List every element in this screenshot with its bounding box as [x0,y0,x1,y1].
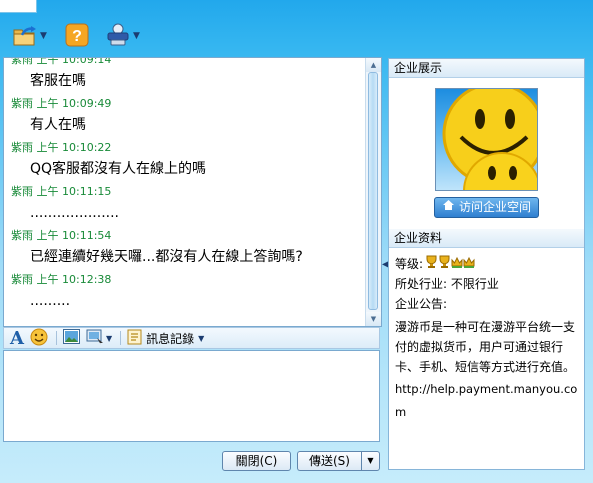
message-header: 紫雨 上午 10:09:49 [11,96,365,112]
message-text: 客服在嗎 [30,73,86,89]
history-label: 訊息記錄 [146,331,195,346]
screenshot-icon [86,329,104,348]
message-time: 10:10:22 [62,141,112,154]
image-icon [62,329,80,347]
chat-history-panel: 紫雨 上午 10:09:14 客服在嗎 紫雨 上午 10:09:49 有人在嗎 … [3,57,382,327]
message-period: 上午 [36,185,59,198]
divider [55,331,57,345]
message-header: 紫雨 上午 10:11:54 [11,228,365,244]
send-button[interactable]: 傳送(S) [297,451,361,471]
level-row: 等级: [395,255,475,273]
crown-icon [463,255,475,273]
help-icon: ? [65,23,89,50]
message-text: .................... [30,205,120,221]
message-time: 10:11:15 [62,185,112,198]
visit-enterprise-space-button[interactable]: 访问企业空间 [434,197,539,218]
sender-name: 紫雨 [11,97,33,110]
notice-url[interactable]: http://help.payment.manyou.com [395,378,579,424]
chevron-down-icon[interactable]: ▼ [106,334,112,343]
folder-share-icon [12,23,38,50]
user-info-button[interactable]: ▼ [105,22,140,50]
chat-history-list: 紫雨 上午 10:09:14 客服在嗎 紫雨 上午 10:09:49 有人在嗎 … [4,58,365,326]
smiley-icon [30,328,48,349]
message-history-button[interactable]: 訊息記錄 ▼ [127,328,204,348]
chevron-down-icon: ▼ [367,456,374,465]
format-toolbar: A ▼ 訊息記錄 ▼ [3,327,380,349]
sender-name: 紫雨 [11,141,33,154]
industry-value: 不限行业 [450,277,499,291]
scroll-up-icon[interactable]: ▲ [366,58,381,72]
message-period: 上午 [36,273,59,286]
home-icon [442,198,455,217]
sender-name: 紫雨 [11,185,33,198]
screen-capture-button[interactable]: ▼ [86,328,112,348]
font-icon: A [10,327,24,349]
send-label: 傳送(S) [309,454,350,468]
send-options-button[interactable]: ▼ [361,451,380,471]
scroll-thumb[interactable] [368,72,378,310]
message-text: 已經連續好幾天囉...都沒有人在線上答詢嗎? [30,249,303,265]
message-header: 紫雨 上午 10:10:22 [11,140,365,156]
level-label: 等级: [395,257,424,271]
message-text: 有人在嗎 [30,117,86,133]
message-time: 10:09:14 [62,58,112,66]
crown-icon [451,255,463,273]
chevron-down-icon[interactable]: ▼ [133,31,140,41]
info-section-header: 企业资料 [389,229,584,248]
send-image-button[interactable] [62,328,80,348]
close-button[interactable]: 關閉(C) [222,451,291,471]
list-item: 紫雨 上午 10:11:54 已經連續好幾天囉...都沒有人在線上答詢嗎? [4,228,365,272]
user-badge-icon [105,23,131,50]
chat-scrollbar[interactable]: ▲ ▼ [365,58,381,326]
industry-row: 所处行业: 不限行业 [395,275,499,293]
message-text: ......... [30,293,71,309]
window-title-box [0,0,37,13]
trophy-icon [438,255,451,273]
message-text: QQ客服都沒有人在線上的嗎 [30,161,207,177]
list-item: 紫雨 上午 10:09:49 有人在嗎 [4,96,365,140]
enterprise-panel: 企业展示 访问企业空间 企业资料 等级: 所处行业: 不限行业 企业公告: 漫游… [388,58,585,470]
industry-label: 所处行业: [395,277,448,291]
close-label: 關閉(C) [235,454,278,468]
message-header: 紫雨 上午 10:12:38 [11,272,365,288]
chevron-down-icon[interactable]: ▼ [198,334,204,343]
trophy-icon [425,255,438,273]
smiley-faces-illustration [442,89,537,190]
message-input[interactable] [3,350,380,442]
emoticon-button[interactable] [30,328,48,348]
help-glyph: ? [72,28,82,45]
list-item: 紫雨 上午 10:11:15 .................... [4,184,365,228]
showcase-section-header: 企业展示 [389,59,584,78]
message-period: 上午 [36,229,59,242]
history-icon [127,329,143,348]
sender-name: 紫雨 [11,273,33,286]
chevron-down-icon[interactable]: ▼ [40,31,47,41]
list-item: 紫雨 上午 10:12:38 ......... [4,272,365,316]
message-period: 上午 [36,97,59,110]
font-button[interactable]: A [10,327,24,349]
notice-text: 漫游币是一种可在漫游平台统一支付的虚拟货币，用户可通过银行卡、手机、短信等方式进… [395,320,576,374]
message-time: 10:11:54 [62,229,112,242]
list-item: 紫雨 上午 10:10:22 QQ客服都沒有人在線上的嗎 [4,140,365,184]
sender-name: 紫雨 [11,58,33,66]
message-time: 10:09:49 [62,97,112,110]
sender-name: 紫雨 [11,229,33,242]
share-folder-button[interactable]: ▼ [12,22,47,50]
help-button[interactable]: ? [65,22,89,50]
enterprise-showcase-image [435,88,538,191]
message-time: 10:12:38 [62,273,112,286]
message-header: 紫雨 上午 10:09:14 [11,58,365,68]
divider [120,331,122,345]
message-header: 紫雨 上午 10:11:15 [11,184,365,200]
message-period: 上午 [36,58,59,66]
list-item: 紫雨 上午 10:09:14 客服在嗎 [4,58,365,96]
visit-space-label: 访问企业空间 [458,200,531,214]
scroll-down-icon[interactable]: ▼ [366,312,381,326]
message-period: 上午 [36,141,59,154]
notice-label: 企业公告: [395,297,448,311]
